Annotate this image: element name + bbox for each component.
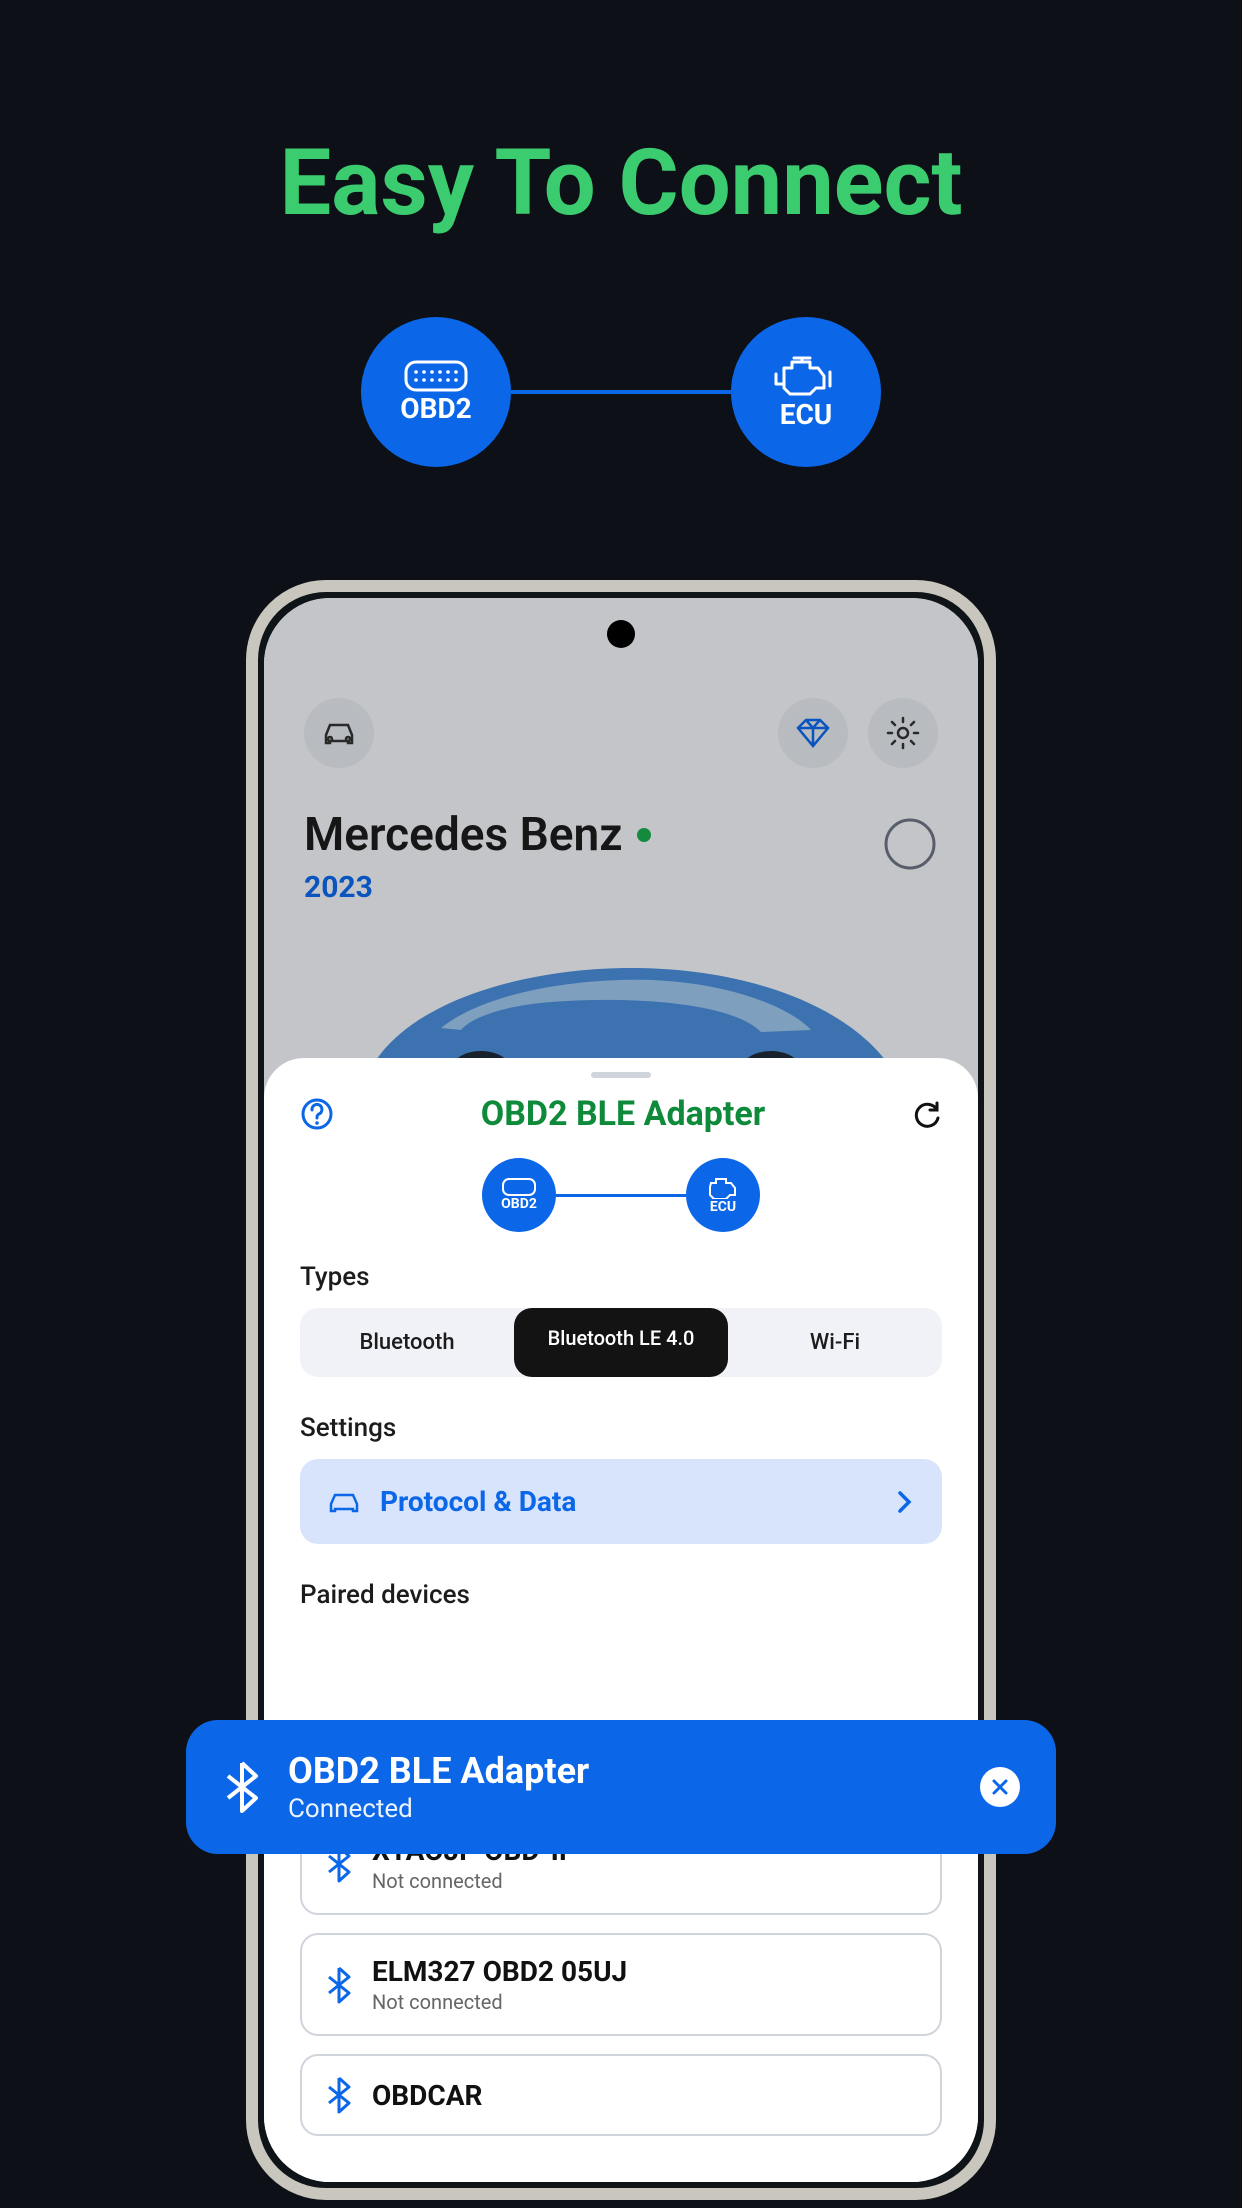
vehicle-header: Mercedes Benz 2023: [304, 808, 938, 905]
settings-section-label: Settings: [300, 1413, 942, 1443]
bluetooth-icon: [222, 1759, 262, 1815]
engine-icon: [706, 1175, 740, 1199]
connection-line: [511, 390, 731, 394]
refresh-icon: [912, 1099, 942, 1129]
close-icon: [991, 1778, 1009, 1796]
vehicle-year-text: 2023: [304, 870, 938, 905]
help-icon: [300, 1097, 334, 1131]
brand-ring-icon: [882, 816, 938, 872]
gear-icon: [886, 716, 920, 750]
obd2-label: OBD2: [400, 392, 471, 425]
mini-ecu-node: ECU: [686, 1158, 760, 1232]
mini-ecu-label: ECU: [710, 1199, 736, 1215]
phone-volume-button: [990, 1132, 996, 1232]
bluetooth-icon: [326, 1966, 352, 2004]
vehicle-select-button[interactable]: [304, 698, 374, 768]
obd2-node: OBD2: [361, 317, 511, 467]
device-card[interactable]: ELM327 OBD2 05UJ Not connected: [300, 1933, 942, 2036]
protocol-data-button[interactable]: Protocol & Data: [300, 1459, 942, 1544]
device-name: ELM327 OBD2 05UJ: [372, 1955, 627, 1988]
phone-frame: Mercedes Benz 2023 OBD2 BLE Adapter: [246, 580, 996, 2200]
obd-port-icon: [502, 1178, 536, 1196]
mini-connection-diagram: OBD2 ECU: [300, 1158, 942, 1232]
diamond-icon: [796, 718, 830, 748]
device-name: OBDCAR: [372, 2079, 482, 2112]
status-dot: [637, 828, 651, 842]
refresh-button[interactable]: [912, 1099, 942, 1129]
help-button[interactable]: [300, 1097, 334, 1131]
ecu-label: ECU: [780, 398, 833, 431]
connection-type-segmented: Bluetooth Bluetooth LE 4.0 Wi-Fi: [300, 1308, 942, 1377]
seg-bluetooth-le[interactable]: Bluetooth LE 4.0: [514, 1308, 728, 1377]
seg-bluetooth[interactable]: Bluetooth: [300, 1308, 514, 1377]
hero-connection-diagram: OBD2 ECU: [0, 317, 1242, 467]
mini-connection-line: [556, 1194, 686, 1197]
paired-devices-label: Paired devices: [300, 1580, 942, 1610]
settings-button[interactable]: [868, 698, 938, 768]
ecu-node: ECU: [731, 317, 881, 467]
mini-obd2-node: OBD2: [482, 1158, 556, 1232]
connected-device-banner[interactable]: OBD2 BLE Adapter Connected: [186, 1720, 1056, 1854]
phone-power-button: [990, 872, 996, 1022]
bluetooth-icon: [326, 2076, 352, 2114]
phone-camera: [607, 620, 635, 648]
adapter-sheet: OBD2 BLE Adapter OBD2 ECU Types Bluetoot: [264, 1058, 978, 2182]
headline: Easy To Connect: [0, 0, 1242, 237]
car-icon: [328, 1489, 360, 1515]
vehicle-name-text: Mercedes Benz: [304, 808, 623, 862]
chevron-right-icon: [896, 1489, 914, 1515]
seg-wifi[interactable]: Wi-Fi: [728, 1308, 942, 1377]
sheet-title: OBD2 BLE Adapter: [334, 1094, 912, 1134]
mini-obd2-label: OBD2: [501, 1196, 537, 1212]
engine-icon: [774, 354, 838, 398]
device-card[interactable]: OBDCAR: [300, 2054, 942, 2136]
premium-button[interactable]: [778, 698, 848, 768]
app-topbar: [264, 698, 978, 768]
connected-device-status: Connected: [288, 1794, 589, 1824]
connected-device-name: OBD2 BLE Adapter: [288, 1750, 589, 1792]
disconnect-button[interactable]: [980, 1767, 1020, 1807]
types-section-label: Types: [300, 1262, 942, 1292]
sheet-grab-handle[interactable]: [591, 1072, 651, 1078]
protocol-data-label: Protocol & Data: [380, 1485, 576, 1518]
obd-port-icon: [404, 360, 468, 392]
device-status: Not connected: [372, 1990, 627, 2014]
device-status: Not connected: [372, 1869, 567, 1893]
car-icon: [322, 719, 356, 747]
